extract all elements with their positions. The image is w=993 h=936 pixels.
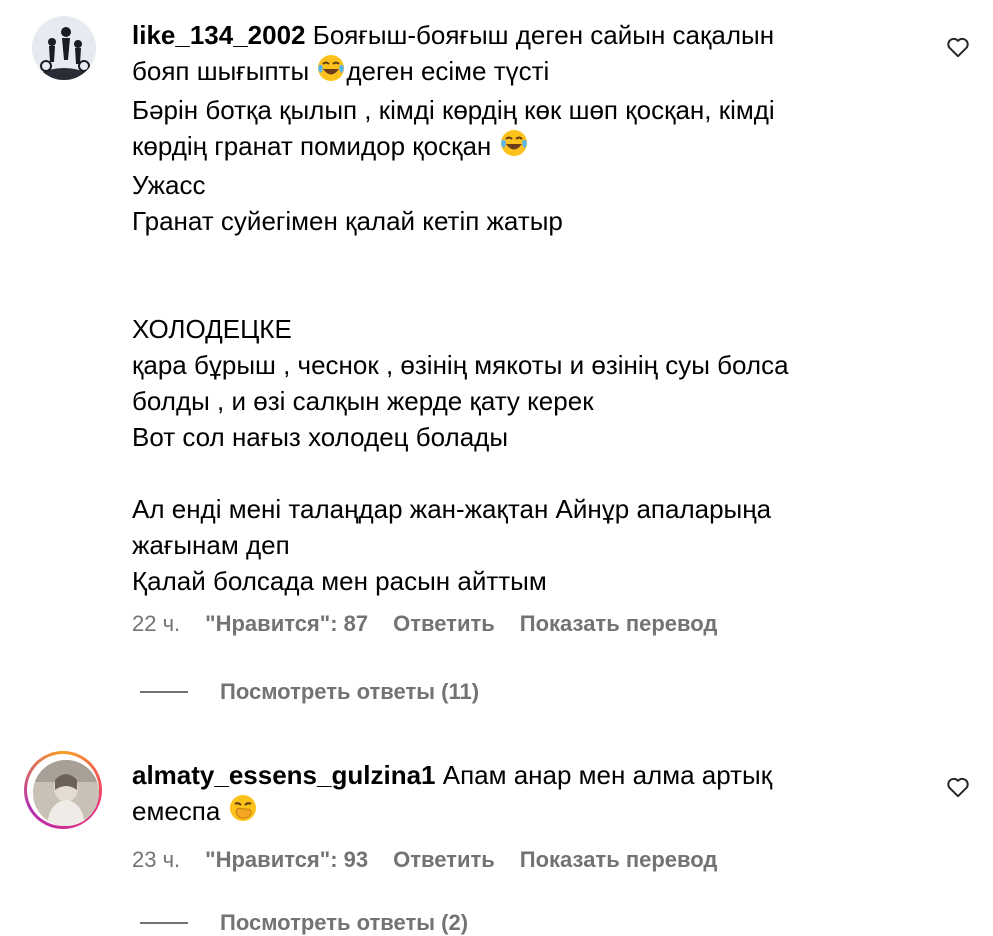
comment-text-line: Бояғыш-бояғыш деген сайын сақалын — [312, 20, 775, 50]
comment-time[interactable]: 22 ч. — [132, 611, 180, 637]
view-replies-label: Посмотреть ответы (2) — [220, 910, 469, 935]
comment-text-line: Бәрін ботқа қылып , кімді көрдің көк шөп… — [132, 95, 775, 125]
comment-text-line: жағынам деп — [132, 530, 290, 560]
comment-text-line: бояп шығыпты — [132, 56, 317, 86]
reply-button[interactable]: Ответить — [393, 611, 495, 637]
likes-count[interactable]: "Нравится": 87 — [205, 611, 368, 637]
heart-outline-icon[interactable] — [945, 34, 971, 60]
view-replies-button[interactable]: Посмотреть ответы (11) — [140, 679, 479, 705]
view-replies-button[interactable]: Посмотреть ответы (2) — [140, 910, 468, 936]
story-ring[interactable] — [24, 751, 102, 829]
heart-outline-icon[interactable] — [945, 774, 971, 800]
avatar — [33, 760, 99, 826]
avatar[interactable] — [32, 16, 96, 80]
comment-time[interactable]: 23 ч. — [132, 847, 180, 873]
comment-text-line: емеспа — [132, 796, 228, 826]
comment-body: like_134_2002 Бояғыш-бояғыш деген сайын … — [132, 17, 892, 599]
comment-text-line: Вот сол нағыз холодец болады — [132, 422, 509, 452]
comment-text-line: Ал енді мені талаңдар жан-жақтан Айнұр а… — [132, 494, 772, 524]
tears-of-joy-emoji-icon — [316, 53, 346, 92]
comment-body: almaty_essens_gulzina1 Апам анар мен алм… — [132, 757, 892, 832]
hand-over-mouth-emoji-icon — [228, 793, 258, 832]
comment-text-line: Апам анар мен алма артық — [442, 760, 773, 790]
comment-text-line: Гранат суйегімен қалай кетіп жатыр — [132, 206, 563, 236]
divider — [140, 691, 188, 693]
likes-count[interactable]: "Нравится": 93 — [205, 847, 368, 873]
comment-text-line: Қалай болсада мен расын айттым — [132, 566, 547, 596]
show-translation-button[interactable]: Показать перевод — [520, 611, 718, 637]
comment-username[interactable]: like_134_2002 — [132, 20, 306, 50]
comment-username[interactable]: almaty_essens_gulzina1 — [132, 760, 436, 790]
comment-meta: 23 ч. "Нравится": 93 Ответить Показать п… — [132, 847, 742, 873]
comment-text-line: болды , и өзі салқын жерде қату керек — [132, 386, 594, 416]
view-replies-label: Посмотреть ответы (11) — [220, 679, 480, 704]
show-translation-button[interactable]: Показать перевод — [520, 847, 718, 873]
comment-text-line: Ужасс — [132, 170, 206, 200]
comment-meta: 22 ч. "Нравится": 87 Ответить Показать п… — [132, 611, 742, 637]
comment-text-line: қара бұрыш , чеснок , өзінің мякоты и өз… — [132, 350, 789, 380]
comment-text-line: деген есіме түсті — [346, 56, 550, 86]
comment-text-line: көрдің гранат помидор қосқан — [132, 131, 499, 161]
comment-text-line: ХОЛОДЕЦКЕ — [132, 314, 292, 344]
tears-of-joy-emoji-icon — [499, 128, 529, 167]
reply-button[interactable]: Ответить — [393, 847, 495, 873]
